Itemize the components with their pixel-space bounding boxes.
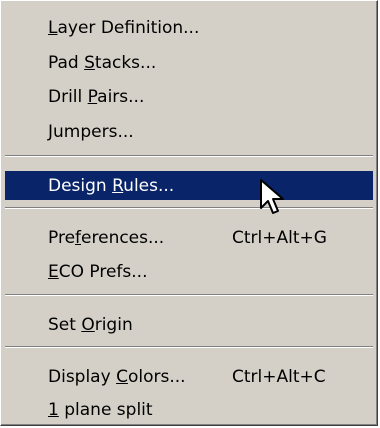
menu-item-preferences[interactable]: Preferences... Ctrl+Alt+G: [5, 223, 373, 252]
menu-separator: [5, 207, 373, 209]
menu-item-label: Layer Definition...: [48, 17, 200, 38]
menu-item-drill-pairs[interactable]: Drill Pairs...: [5, 82, 373, 111]
menu-separator: [5, 346, 373, 348]
menu-item-shortcut: Ctrl+Alt+G: [232, 227, 327, 248]
menu-item-layer-definition[interactable]: Layer Definition...: [5, 13, 373, 42]
menu-item-label: Design Rules...: [48, 175, 175, 196]
menu-item-display-colors[interactable]: Display Colors... Ctrl+Alt+C: [5, 362, 373, 391]
menu-item-label: Drill Pairs...: [48, 86, 145, 107]
menu-item-label: Set Origin: [48, 314, 133, 335]
arrow-pointer-icon: [260, 179, 284, 214]
menu-item-design-rules[interactable]: Design Rules...: [5, 171, 373, 200]
menu-item-pad-stacks[interactable]: Pad Stacks...: [5, 48, 373, 77]
menu-item-eco-prefs[interactable]: ECO Prefs...: [5, 257, 373, 286]
context-menu: Layer Definition... Pad Stacks... Drill …: [0, 0, 378, 426]
menu-separator: [5, 155, 373, 157]
menu-item-label: ECO Prefs...: [48, 261, 148, 282]
menu-item-shortcut: Ctrl+Alt+C: [232, 366, 326, 387]
menu-item-label: 1 plane split: [48, 399, 153, 420]
menu-item-label: Pad Stacks...: [48, 52, 157, 73]
menu-item-jumpers[interactable]: Jumpers...: [5, 117, 373, 146]
menu-item-label: Display Colors...: [48, 366, 186, 387]
menu-item-set-origin[interactable]: Set Origin: [5, 310, 373, 339]
menu-item-label: Jumpers...: [48, 121, 134, 142]
menu-item-label: Preferences...: [48, 227, 165, 248]
menu-item-one-plane-split[interactable]: 1 plane split: [5, 395, 373, 424]
menu-separator: [5, 294, 373, 296]
